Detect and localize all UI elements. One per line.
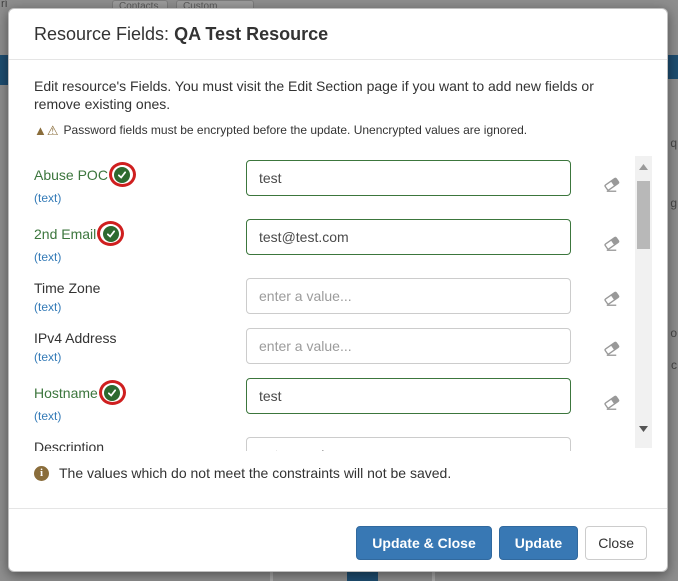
annotation-circle: [97, 221, 124, 246]
field-row: IPv4 Address (text): [34, 328, 652, 364]
annotation-circle: [109, 162, 136, 187]
field-type-label: (text): [34, 250, 246, 264]
field-input-2nd-email[interactable]: [246, 219, 571, 255]
clear-field-cell: [602, 219, 621, 264]
field-label: Abuse POC: [34, 162, 246, 187]
eraser-icon[interactable]: [602, 393, 621, 417]
field-input-cell: [246, 378, 571, 414]
field-input-ipv4-address[interactable]: [246, 328, 571, 364]
clear-field-cell: [602, 278, 621, 314]
field-label-text: 2nd Email: [34, 226, 96, 242]
field-label-text: Description: [34, 439, 104, 451]
background-navy-band-left: [0, 55, 8, 85]
clear-field-cell: [602, 378, 621, 423]
close-button[interactable]: Close: [585, 526, 647, 560]
field-label: Hostname: [34, 380, 246, 405]
field-row: Description(textarea): [34, 437, 652, 451]
constraints-info: i The values which do not meet the const…: [34, 465, 644, 481]
field-label-text: IPv4 Address: [34, 330, 117, 346]
background-edge-letter: q: [670, 136, 677, 150]
field-type-label: (text): [34, 350, 246, 364]
scrollbar-up-arrow[interactable]: [635, 160, 652, 174]
constraints-info-text: The values which do not meet the constra…: [59, 465, 451, 481]
field-label-text: Hostname: [34, 385, 98, 401]
background-navy-band-right: [668, 55, 678, 79]
field-input-cell: [246, 219, 571, 255]
password-warning-text: Password fields must be encrypted before…: [64, 123, 528, 137]
scrollbar[interactable]: [635, 156, 652, 448]
field-input-cell: [246, 278, 571, 314]
eraser-icon[interactable]: [602, 339, 621, 363]
modal-title-resource-name: QA Test Resource: [174, 24, 328, 44]
field-input-cell: [246, 328, 571, 364]
background-edge-letter: g: [670, 196, 677, 210]
field-input-cell: [246, 437, 571, 451]
field-label-cell: Abuse POC (text): [34, 160, 246, 205]
field-type-label: (text): [34, 409, 246, 423]
background-edge-letter: o: [670, 326, 677, 340]
check-icon: [104, 385, 120, 401]
intro-text: Edit resource's Fields. You must visit t…: [34, 77, 644, 113]
field-input-abuse-poc[interactable]: [246, 160, 571, 196]
background-text-fragment: rí: [1, 0, 8, 9]
field-label-cell: 2nd Email (text): [34, 219, 246, 264]
field-row: 2nd Email (text): [34, 219, 652, 264]
clear-field-cell: [602, 160, 621, 205]
modal-body: Edit resource's Fields. You must visit t…: [9, 60, 667, 508]
field-row: Time Zone (text): [34, 278, 652, 314]
fields-list: Abuse POC (text) 2nd Email (text) Time Zone (…: [34, 160, 652, 451]
field-row: Hostname (text): [34, 378, 652, 423]
info-icon: i: [34, 466, 49, 481]
scrollbar-thumb[interactable]: [637, 181, 650, 249]
password-warning: ▲︎​⚠︎ Password fields must be encrypted …: [34, 123, 644, 137]
resource-fields-modal: Resource Fields:QA Test Resource Edit re…: [8, 8, 668, 572]
background-divider: [270, 572, 273, 581]
clear-field-cell: [602, 328, 621, 364]
annotation-circle: [99, 380, 126, 405]
field-row: Abuse POC (text): [34, 160, 652, 205]
background-edge-letter: c: [671, 358, 677, 372]
field-label-text: Abuse POC: [34, 167, 108, 183]
field-label: Time Zone: [34, 280, 246, 296]
eraser-icon[interactable]: [602, 175, 621, 199]
fields-scroll-area: Abuse POC (text) 2nd Email (text) Time Zone (…: [34, 153, 652, 451]
eraser-icon[interactable]: [602, 289, 621, 313]
field-label-text: Time Zone: [34, 280, 100, 296]
field-label: Description: [34, 439, 246, 451]
modal-footer: Update & Close Update Close: [9, 508, 667, 571]
field-type-label: (text): [34, 191, 246, 205]
field-input-time-zone[interactable]: [246, 278, 571, 314]
field-label: IPv4 Address: [34, 330, 246, 346]
field-type-label: (text): [34, 300, 246, 314]
check-icon: [114, 167, 130, 183]
check-icon: [103, 226, 119, 242]
update-and-close-button[interactable]: Update & Close: [356, 526, 491, 560]
update-button[interactable]: Update: [499, 526, 578, 560]
field-label-cell: Description(textarea): [34, 437, 246, 451]
background-divider: [432, 572, 435, 581]
field-input-description[interactable]: [246, 437, 571, 451]
modal-title: Resource Fields:: [34, 24, 169, 44]
modal-header: Resource Fields:QA Test Resource: [9, 9, 667, 60]
field-label-cell: IPv4 Address (text): [34, 328, 246, 364]
field-label-cell: Hostname (text): [34, 378, 246, 423]
field-input-hostname[interactable]: [246, 378, 571, 414]
background-navy-block-bottom: [347, 572, 378, 581]
field-input-cell: [246, 160, 571, 196]
scrollbar-down-arrow[interactable]: [635, 422, 652, 436]
field-label-cell: Time Zone (text): [34, 278, 246, 314]
eraser-icon[interactable]: [602, 234, 621, 258]
warning-triangle-icon: ▲︎​⚠︎: [34, 124, 59, 137]
field-label: 2nd Email: [34, 221, 246, 246]
